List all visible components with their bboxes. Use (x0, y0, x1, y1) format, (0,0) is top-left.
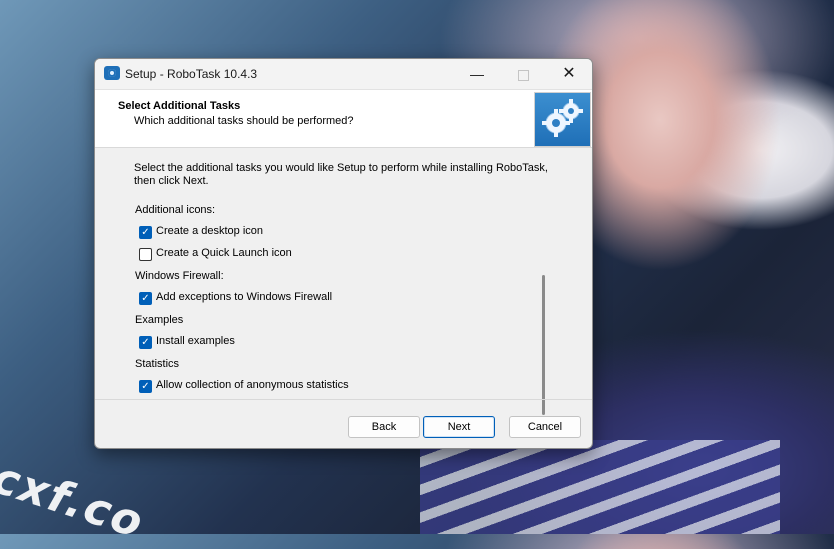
maximize-icon (517, 69, 529, 81)
checkbox-checked-icon[interactable]: ✓ (139, 336, 152, 349)
maximize-button[interactable] (500, 59, 546, 89)
checkbox-unchecked-icon[interactable] (139, 248, 152, 261)
back-button[interactable]: Back (348, 416, 420, 438)
tasks-scrollbar[interactable] (542, 275, 545, 415)
tasks-list: Additional icons: ✓ Create a desktop ico… (134, 204, 540, 394)
wizard-header: Select Additional Tasks Which additional… (95, 90, 592, 148)
task-label: Create a desktop icon (156, 225, 264, 237)
checkbox-checked-icon[interactable]: ✓ (139, 292, 152, 305)
wizard-body: Select the additional tasks you would li… (95, 148, 592, 448)
next-button[interactable]: Next (423, 416, 495, 438)
page-subtitle: Which additional tasks should be perform… (134, 115, 354, 127)
watermark-text: cxf.co (0, 452, 151, 549)
background-wallpaper-detail (420, 440, 780, 534)
task-label: Add exceptions to Windows Firewall (156, 291, 333, 303)
group-label-examples: Examples (135, 314, 184, 326)
cancel-button[interactable]: Cancel (509, 416, 581, 438)
gears-icon (534, 92, 591, 147)
task-label: Allow collection of anonymous statistics (156, 379, 349, 391)
minimize-button[interactable]: — (454, 59, 500, 89)
window-title: Setup - RoboTask 10.4.3 (125, 67, 258, 81)
title-bar[interactable]: Setup - RoboTask 10.4.3 — ✕ (95, 59, 592, 90)
instructions-text: Select the additional tasks you would li… (134, 162, 548, 187)
group-label-additional-icons: Additional icons: (135, 204, 216, 216)
task-label: Install examples (156, 335, 235, 347)
checkbox-checked-icon[interactable]: ✓ (139, 380, 152, 393)
close-button[interactable]: ✕ (546, 59, 592, 89)
group-label-windows-firewall: Windows Firewall: (135, 270, 224, 282)
page-title: Select Additional Tasks (118, 100, 241, 112)
footer-divider (95, 399, 592, 400)
group-label-statistics: Statistics (135, 358, 180, 370)
checkbox-checked-icon[interactable]: ✓ (139, 226, 152, 239)
setup-dialog: Setup - RoboTask 10.4.3 — ✕ Select Addit… (94, 58, 593, 449)
task-label: Create a Quick Launch icon (156, 247, 292, 259)
robotask-app-icon (104, 66, 120, 80)
